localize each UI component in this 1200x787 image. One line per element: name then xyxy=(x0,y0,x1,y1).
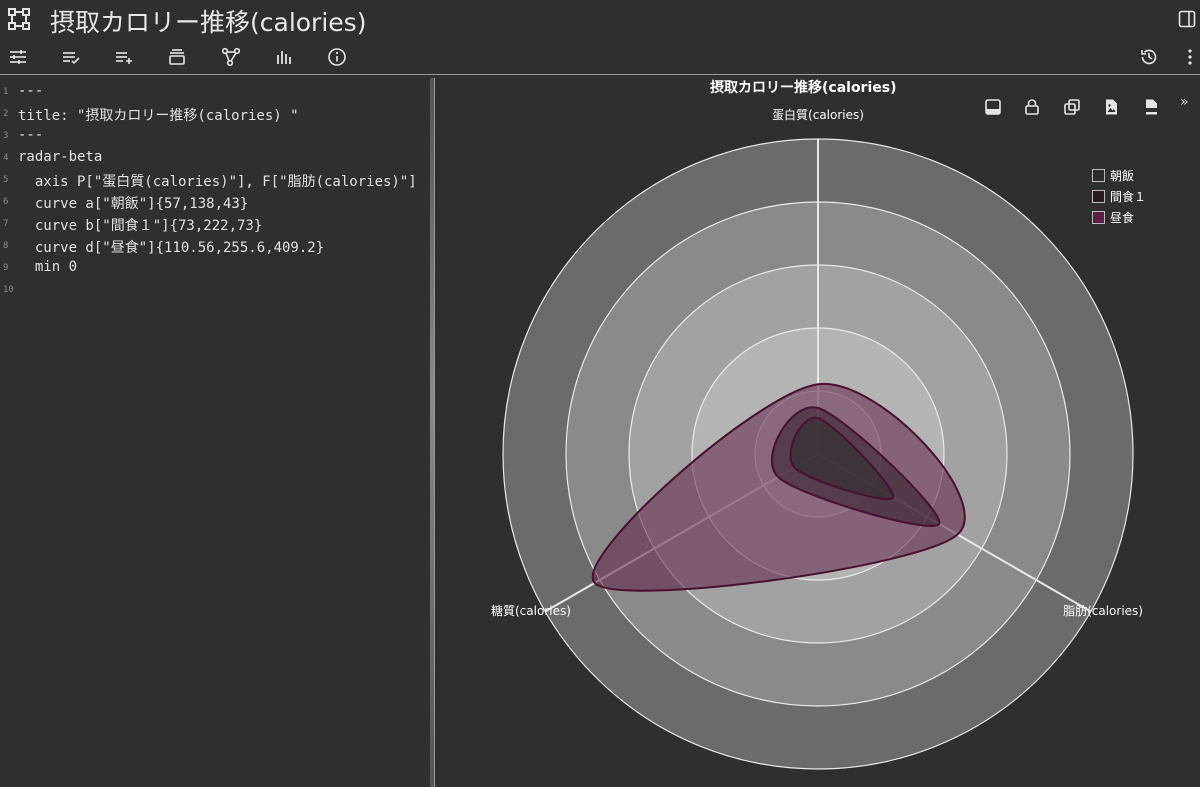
code-text[interactable]: curve d["昼食"]{110.56,255.6,409.2} xyxy=(18,237,324,257)
png-file-icon[interactable] xyxy=(1140,96,1162,118)
list-check-icon[interactable] xyxy=(58,44,84,70)
legend-label: 朝飯 xyxy=(1110,169,1135,183)
layers-icon[interactable] xyxy=(164,44,190,70)
history-icon[interactable] xyxy=(1136,44,1162,70)
line-number: 8 xyxy=(3,241,9,251)
list-add-icon[interactable] xyxy=(111,44,137,70)
sliders-icon[interactable] xyxy=(5,44,31,70)
copy-icon[interactable] xyxy=(1061,96,1083,118)
dock-bottom-icon[interactable] xyxy=(982,96,1004,118)
legend-item: 昼食 xyxy=(1092,209,1172,225)
window-title: 摂取カロリー推移(calories) xyxy=(50,8,367,37)
title-bar: 摂取カロリー推移(calories) xyxy=(0,0,1200,40)
code-line[interactable]: 10 xyxy=(0,280,430,302)
code-editor[interactable]: 1 --- 2 title: "摂取カロリー推移(calories) " 3 --- … xyxy=(0,78,430,787)
line-number: 3 xyxy=(3,131,9,141)
code-text[interactable]: axis P["蛋白質(calories)"], F["脂肪(calories)… xyxy=(18,171,417,191)
app-logo-icon xyxy=(8,8,30,30)
code-line[interactable]: 7 curve b["間食１"]{73,222,73} xyxy=(0,214,430,236)
legend-swatch xyxy=(1092,211,1105,224)
more-options-button[interactable]: » xyxy=(1180,94,1189,110)
line-number: 10 xyxy=(3,285,14,295)
code-line[interactable]: 8 curve d["昼食"]{110.56,255.6,409.2} xyxy=(0,236,430,258)
bar-chart-icon[interactable] xyxy=(271,44,297,70)
more-vertical-icon[interactable] xyxy=(1177,44,1200,70)
graph-nodes-icon[interactable] xyxy=(218,44,244,70)
chart-title: 摂取カロリー推移(calories) xyxy=(710,80,897,96)
info-icon[interactable] xyxy=(324,44,350,70)
image-file-icon[interactable] xyxy=(1100,96,1122,118)
line-number: 2 xyxy=(3,109,9,119)
line-number: 6 xyxy=(3,197,9,207)
legend-item: 間食１ xyxy=(1092,188,1172,204)
editor-toolbar xyxy=(0,40,1200,74)
line-number: 7 xyxy=(3,219,9,229)
line-number: 4 xyxy=(3,153,9,163)
code-line[interactable]: 3 --- xyxy=(0,126,430,148)
radar-chart: 蛋白質(calories) 脂肪(calories) 糖質(calories) xyxy=(491,107,1143,770)
code-text[interactable]: --- xyxy=(18,127,43,143)
code-line[interactable]: 1 --- xyxy=(0,82,430,104)
code-text[interactable]: min 0 xyxy=(18,259,77,275)
code-text[interactable]: curve b["間食１"]{73,222,73} xyxy=(18,215,262,235)
code-line[interactable]: 2 title: "摂取カロリー推移(calories) " xyxy=(0,104,430,126)
legend-item: 朝飯 xyxy=(1092,167,1172,183)
radar-axis-label: 糖質(calories) xyxy=(491,603,571,618)
legend-label: 間食１ xyxy=(1110,190,1147,204)
code-line[interactable]: 4 radar-beta xyxy=(0,148,430,170)
radar-axis-label: 蛋白質(calories) xyxy=(772,107,864,122)
sidebar-toggle-icon[interactable] xyxy=(1178,10,1196,28)
code-line[interactable]: 9 min 0 xyxy=(0,258,430,280)
lock-icon[interactable] xyxy=(1021,96,1043,118)
code-text[interactable]: radar-beta xyxy=(18,149,102,165)
legend-swatch xyxy=(1092,190,1105,203)
code-text[interactable]: title: "摂取カロリー推移(calories) " xyxy=(18,105,299,125)
code-text[interactable]: --- xyxy=(18,83,43,99)
legend-swatch xyxy=(1092,169,1105,182)
line-number: 5 xyxy=(3,175,9,185)
code-line[interactable]: 5 axis P["蛋白質(calories)"], F["脂肪(calorie… xyxy=(0,170,430,192)
legend-label: 昼食 xyxy=(1110,211,1135,225)
code-text[interactable]: curve a["朝飯"]{57,138,43} xyxy=(18,193,248,213)
code-line[interactable]: 6 curve a["朝飯"]{57,138,43} xyxy=(0,192,430,214)
radar-axis-label: 脂肪(calories) xyxy=(1063,603,1143,618)
line-number: 9 xyxy=(3,263,9,273)
diagram-preview: 蛋白質(calories) 脂肪(calories) 糖質(calories) xyxy=(435,75,1200,787)
line-number: 1 xyxy=(3,87,9,97)
